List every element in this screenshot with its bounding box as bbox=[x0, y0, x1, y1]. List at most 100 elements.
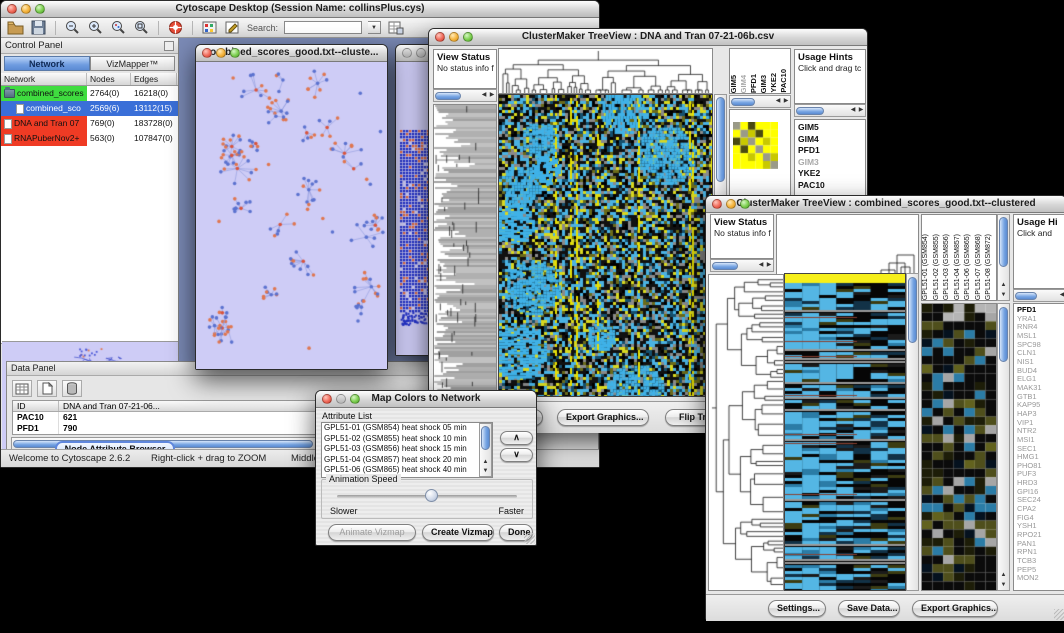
save-data-button[interactable]: Save Data... bbox=[838, 600, 900, 617]
attribute-list-item[interactable]: GPL51-02 (GSM855) heat shock 10 min bbox=[322, 434, 492, 445]
scroll-right-icon[interactable]: ▶ bbox=[488, 90, 496, 101]
scroll-up-icon[interactable]: ▲ bbox=[998, 282, 1009, 288]
mini-heatmap-panel[interactable] bbox=[921, 303, 997, 591]
column-dendrogram-canvas[interactable] bbox=[777, 215, 918, 276]
dialog-titlebar[interactable]: Map Colors to Network bbox=[316, 391, 536, 408]
annotation-icon[interactable] bbox=[224, 20, 241, 35]
network-list-item[interactable]: RNAPuberNov2+ 563(0) 107847(0) bbox=[1, 131, 178, 146]
column-label[interactable]: GPL51-02 (GSM855) bbox=[933, 234, 944, 300]
zoom-fit-icon[interactable] bbox=[133, 20, 150, 35]
column-label[interactable]: GPL51-08 (GSM872) bbox=[985, 234, 996, 300]
help-lifesaver-icon[interactable] bbox=[167, 20, 184, 35]
attribute-table-icon[interactable] bbox=[387, 20, 404, 35]
scroll-up-icon[interactable]: ▲ bbox=[998, 572, 1009, 578]
minimize-button[interactable] bbox=[726, 199, 736, 209]
minimize-button[interactable] bbox=[449, 32, 459, 42]
delete-attribute-icon[interactable] bbox=[62, 380, 82, 397]
network-canvas[interactable] bbox=[196, 62, 387, 369]
close-button[interactable] bbox=[435, 32, 445, 42]
control-panel-tab[interactable]: Network bbox=[4, 56, 90, 71]
minimize-button[interactable] bbox=[336, 394, 346, 404]
attribute-list-item[interactable]: GPL51-04 (GSM857) heat shock 20 min bbox=[322, 455, 492, 466]
treeview2-titlebar[interactable]: ClusterMaker TreeView : combined_scores_… bbox=[706, 196, 1064, 213]
row-dendrogram-panel[interactable] bbox=[433, 104, 497, 397]
network-list-item[interactable]: combined_sco 2569(6) 13112(15) bbox=[1, 101, 178, 116]
heatmap-panel[interactable] bbox=[784, 273, 906, 591]
column-dendrogram-canvas[interactable] bbox=[499, 49, 712, 93]
view-status-scrollbar[interactable]: ◀ ▶ bbox=[710, 259, 774, 272]
col-attribute[interactable]: DNA and Tran 07-21-06... bbox=[59, 401, 341, 411]
gene-label[interactable]: GIM3 bbox=[798, 157, 865, 169]
close-button[interactable] bbox=[712, 199, 722, 209]
row-dendrogram-canvas[interactable] bbox=[434, 105, 496, 396]
scroll-left-icon[interactable]: ◀ bbox=[1058, 290, 1064, 301]
create-vizmap-button[interactable]: Create Vizmap bbox=[422, 524, 494, 541]
zoom-button[interactable] bbox=[230, 48, 240, 58]
search-input[interactable] bbox=[284, 21, 362, 34]
animation-speed-slider[interactable] bbox=[337, 495, 517, 498]
attribute-list-item[interactable]: GPL51-03 (GSM856) heat shock 15 min bbox=[322, 444, 492, 455]
mini-heatmap-canvas[interactable] bbox=[733, 122, 778, 169]
attribute-list-item[interactable]: GPL51-01 (GSM854) heat shock 05 min bbox=[322, 423, 492, 434]
zoom-button[interactable] bbox=[463, 32, 473, 42]
close-button[interactable] bbox=[322, 394, 332, 404]
gene-label[interactable]: YKE2 bbox=[798, 168, 865, 180]
gene-label[interactable]: MON2 bbox=[1017, 574, 1064, 583]
resize-grip[interactable] bbox=[1054, 609, 1064, 620]
column-label[interactable]: GPL51-07 (GSM868) bbox=[975, 234, 986, 300]
scroll-down-icon[interactable]: ▼ bbox=[480, 468, 491, 474]
new-attribute-icon[interactable] bbox=[37, 380, 57, 397]
scroll-right-icon[interactable]: ▶ bbox=[782, 96, 790, 107]
scroll-left-icon[interactable]: ◀ bbox=[774, 96, 782, 107]
attribute-row[interactable]: PAC10621 bbox=[13, 412, 341, 423]
cytoscape-titlebar[interactable]: Cytoscape Desktop (Session Name: collins… bbox=[1, 1, 599, 18]
network-list-item[interactable]: combined_scores 2764(0) 16218(0) bbox=[1, 86, 178, 101]
scroll-left-icon[interactable]: ◀ bbox=[480, 90, 488, 101]
column-label[interactable]: GPL51-04 (GSM857) bbox=[954, 234, 965, 300]
float-panel-icon[interactable] bbox=[164, 41, 174, 51]
usage-hints-scrollbar[interactable]: ◀ bbox=[1013, 289, 1064, 302]
column-labels-vscrollbar[interactable]: ▲ ▼ bbox=[997, 214, 1010, 301]
mini-hscrollbar[interactable]: ◀ ▶ bbox=[729, 95, 791, 108]
zoom-button[interactable] bbox=[35, 4, 45, 14]
search-dropdown-arrow[interactable]: ▼ bbox=[368, 21, 381, 34]
attribute-list-scrollbar[interactable]: ▲ ▼ bbox=[479, 423, 492, 477]
column-label[interactable]: GPL51-03 (GSM856) bbox=[943, 234, 954, 300]
minimize-button[interactable] bbox=[21, 4, 31, 14]
network-view-titlebar[interactable]: combined_scores_good.txt--cluste... bbox=[196, 45, 387, 62]
zoom-button[interactable] bbox=[740, 199, 750, 209]
scroll-right-icon[interactable]: ▶ bbox=[765, 260, 773, 271]
export-graphics-button[interactable]: Export Graphics... bbox=[912, 600, 998, 617]
col-edges[interactable]: Edges bbox=[131, 73, 177, 85]
column-dendrogram-panel[interactable] bbox=[498, 48, 713, 94]
select-attributes-icon[interactable] bbox=[12, 380, 32, 397]
network-list-item[interactable]: DNA and Tran 07 769(0) 183728(0) bbox=[1, 116, 178, 131]
heatmap-panel[interactable] bbox=[498, 94, 713, 397]
column-label[interactable]: GPL51-01 (GSM854) bbox=[922, 234, 933, 300]
gene-label[interactable]: GIM5 bbox=[798, 122, 865, 134]
close-button[interactable] bbox=[7, 4, 17, 14]
minimize-button[interactable] bbox=[416, 48, 426, 58]
gene-label-list[interactable]: PFD1YRA1RNR4MSL1SPC98CLN1NIS1BUD4ELG1MAK… bbox=[1013, 303, 1064, 591]
usage-hints-scrollbar[interactable]: ◀ ▶ bbox=[794, 104, 866, 117]
row-dendrogram-canvas[interactable] bbox=[709, 275, 783, 590]
scroll-left-icon[interactable]: ◀ bbox=[757, 260, 765, 271]
col-id[interactable]: ID bbox=[13, 401, 59, 411]
col-network[interactable]: Network bbox=[1, 73, 87, 85]
mini-heatmap-canvas[interactable] bbox=[922, 304, 996, 590]
scroll-down-icon[interactable]: ▼ bbox=[998, 292, 1009, 298]
gene-label[interactable]: PAC10 bbox=[798, 180, 865, 192]
treeview1-titlebar[interactable]: ClusterMaker TreeView : DNA and Tran 07-… bbox=[429, 29, 867, 46]
attribute-row[interactable]: PFD1790 bbox=[13, 423, 341, 434]
zoom-selected-icon[interactable] bbox=[110, 20, 127, 35]
scroll-down-icon[interactable]: ▼ bbox=[998, 582, 1009, 588]
column-label[interactable]: GPL51-06 (GSM865) bbox=[964, 234, 975, 300]
export-graphics-button[interactable]: Export Graphics... bbox=[557, 409, 649, 426]
zoom-in-icon[interactable] bbox=[87, 20, 104, 35]
zoom-button[interactable] bbox=[350, 394, 360, 404]
control-panel-tab[interactable]: VizMapper™ bbox=[90, 56, 176, 71]
gene-label[interactable]: GIM4 bbox=[798, 134, 865, 146]
view-status-scrollbar[interactable]: ◀ ▶ bbox=[433, 89, 497, 102]
scroll-right-icon[interactable]: ▶ bbox=[857, 105, 865, 116]
settings-button[interactable]: Settings... bbox=[768, 600, 826, 617]
